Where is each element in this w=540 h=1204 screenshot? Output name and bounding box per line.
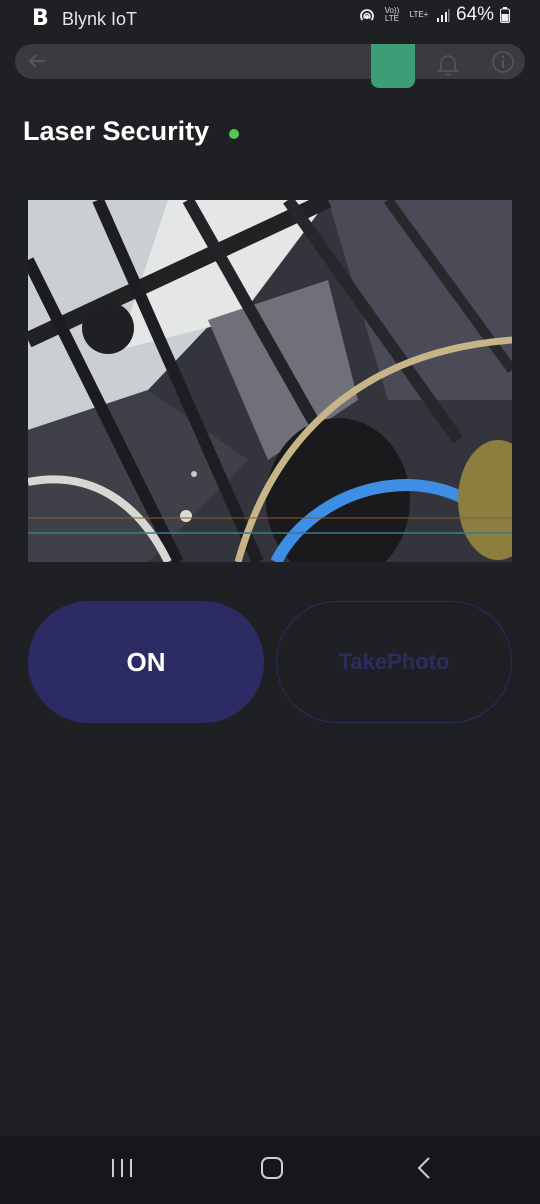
- lte-label: LTE+: [409, 10, 429, 19]
- battery-icon: [500, 7, 510, 23]
- camera-feed: [28, 200, 512, 562]
- take-photo-button[interactable]: TakePhoto: [276, 601, 512, 723]
- status-icons: Vo)) LTE LTE+ 64%: [358, 4, 510, 26]
- hotspot-icon: [360, 9, 374, 21]
- info-icon[interactable]: [491, 50, 515, 74]
- camera-image: [28, 200, 512, 562]
- battery-percent: 64%: [455, 4, 494, 25]
- blynk-logo: B: [32, 6, 49, 31]
- bell-icon[interactable]: [437, 52, 459, 76]
- top-nav-bar: [15, 44, 525, 88]
- arrow-left-icon[interactable]: [25, 49, 49, 73]
- dashboard-title: Laser Security: [23, 116, 210, 146]
- home-icon[interactable]: [260, 1156, 284, 1180]
- app-name: Blynk IoT: [62, 9, 138, 29]
- nav-back-icon[interactable]: [414, 1156, 434, 1180]
- recent-apps-icon[interactable]: [110, 1156, 134, 1180]
- on-button[interactable]: ON: [28, 601, 264, 723]
- status-bar: B Blynk IoT Vo)) LTE LTE+ 64%: [0, 0, 540, 36]
- active-tab-indicator[interactable]: [371, 44, 415, 88]
- online-status-indicator: [229, 129, 239, 139]
- volte-label: Vo)) LTE: [384, 6, 400, 23]
- system-nav-bar: [0, 1136, 540, 1204]
- signal-icon: [436, 9, 450, 22]
